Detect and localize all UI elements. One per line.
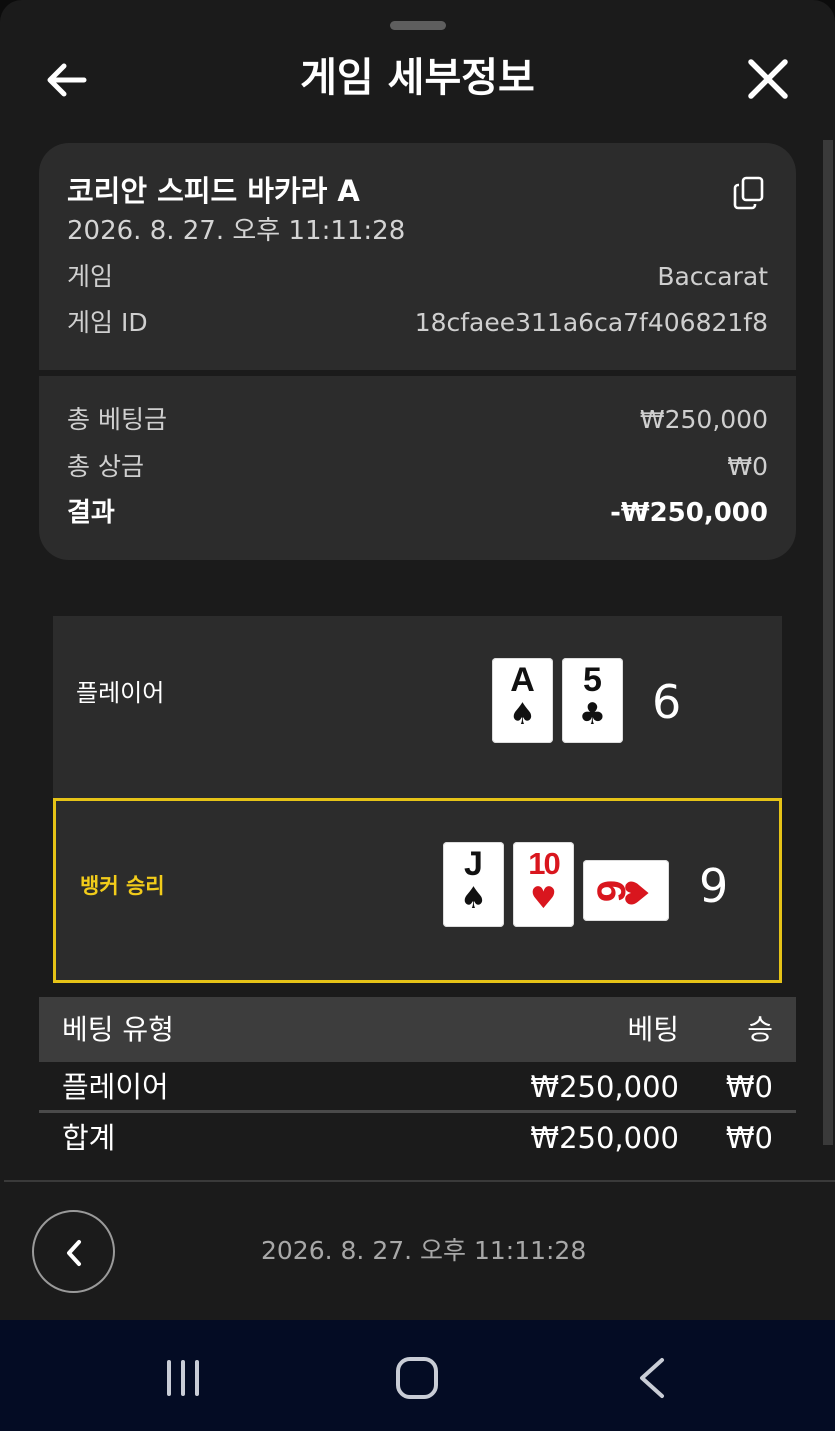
drag-handle[interactable] <box>390 21 446 30</box>
previous-round-button[interactable] <box>32 1210 115 1293</box>
chevron-left-icon <box>67 1240 81 1266</box>
banker-hand: 뱅커 승리 J ♠ 10 ♥ 9♥ 9 <box>53 798 782 983</box>
playing-card: J ♠ <box>443 842 504 927</box>
player-score: 6 <box>652 675 682 729</box>
scrollbar[interactable] <box>823 140 833 1145</box>
bet-row-win: ₩0 <box>725 1070 773 1104</box>
card-rank: 10 <box>528 846 560 881</box>
result-label: 결과 <box>67 498 115 528</box>
table-name: 코리안 스피드 바카라 A <box>67 174 360 208</box>
banker-win-label: 뱅커 승리 <box>80 874 165 898</box>
spade-icon: ♠ <box>460 881 487 916</box>
card-rank: 5 <box>583 661 602 699</box>
total-bet-value: ₩250,000 <box>639 405 768 434</box>
column-win: 승 <box>747 1013 773 1046</box>
recents-icon[interactable] <box>163 1360 203 1396</box>
game-value: Baccarat <box>657 262 768 291</box>
banker-score: 9 <box>699 859 729 913</box>
column-bet: 베팅 <box>627 1013 679 1046</box>
total-win-value: ₩0 <box>727 452 768 481</box>
footer-divider <box>4 1180 835 1182</box>
table-divider <box>39 1110 796 1113</box>
game-details-sheet: 게임 세부정보 코리안 스피드 바카라 A 2026. 8. 27. 오후 11… <box>0 0 835 1320</box>
total-bet-label: 총 베팅금 <box>67 405 167 434</box>
result-value: -₩250,000 <box>610 498 768 528</box>
divider <box>39 370 796 376</box>
system-navigation-bar <box>0 1320 835 1431</box>
played-at: 2026. 8. 27. 오후 11:11:28 <box>67 216 406 246</box>
heart-icon: ♥ <box>530 881 557 916</box>
card-rank: J <box>464 845 483 883</box>
total-row-win: ₩0 <box>725 1121 773 1155</box>
player-hand: 플레이어 A ♠ 5 ♣ 6 <box>53 616 782 798</box>
close-icon[interactable] <box>745 56 791 102</box>
bet-table-header: 베팅 유형 베팅 승 <box>39 997 796 1062</box>
game-info-card: 코리안 스피드 바카라 A 2026. 8. 27. 오후 11:11:28 게… <box>39 143 796 560</box>
copy-icon[interactable] <box>733 176 765 210</box>
game-id-value[interactable]: 18cfaee311a6ca7f406821f8 <box>415 305 768 341</box>
total-row-bet: ₩250,000 <box>530 1121 679 1155</box>
total-win-label: 총 상금 <box>67 452 144 481</box>
home-icon[interactable] <box>396 1357 438 1399</box>
page-title: 게임 세부정보 <box>300 55 535 101</box>
bet-row-amount: ₩250,000 <box>530 1070 679 1104</box>
card-sideways-face: 9♥ <box>583 864 669 918</box>
spade-icon: ♠ <box>509 697 536 732</box>
back-icon[interactable] <box>636 1356 668 1400</box>
player-label: 플레이어 <box>76 679 165 707</box>
playing-card: 10 ♥ <box>513 842 574 927</box>
column-bet-type: 베팅 유형 <box>62 1013 174 1046</box>
club-icon: ♣ <box>579 697 606 732</box>
playing-card: A ♠ <box>492 658 553 743</box>
card-rank: A <box>510 661 535 699</box>
game-id-label: 게임 ID <box>67 308 148 337</box>
bet-row-type: 플레이어 <box>62 1070 169 1104</box>
playing-card: 5 ♣ <box>562 658 623 743</box>
playing-card-sideways: 9♥ <box>583 860 669 921</box>
total-row-label: 합계 <box>62 1121 116 1155</box>
game-label: 게임 <box>67 262 114 291</box>
footer-date: 2026. 8. 27. 오후 11:11:28 <box>261 1236 587 1265</box>
heart-icon: ♥ <box>618 878 657 908</box>
